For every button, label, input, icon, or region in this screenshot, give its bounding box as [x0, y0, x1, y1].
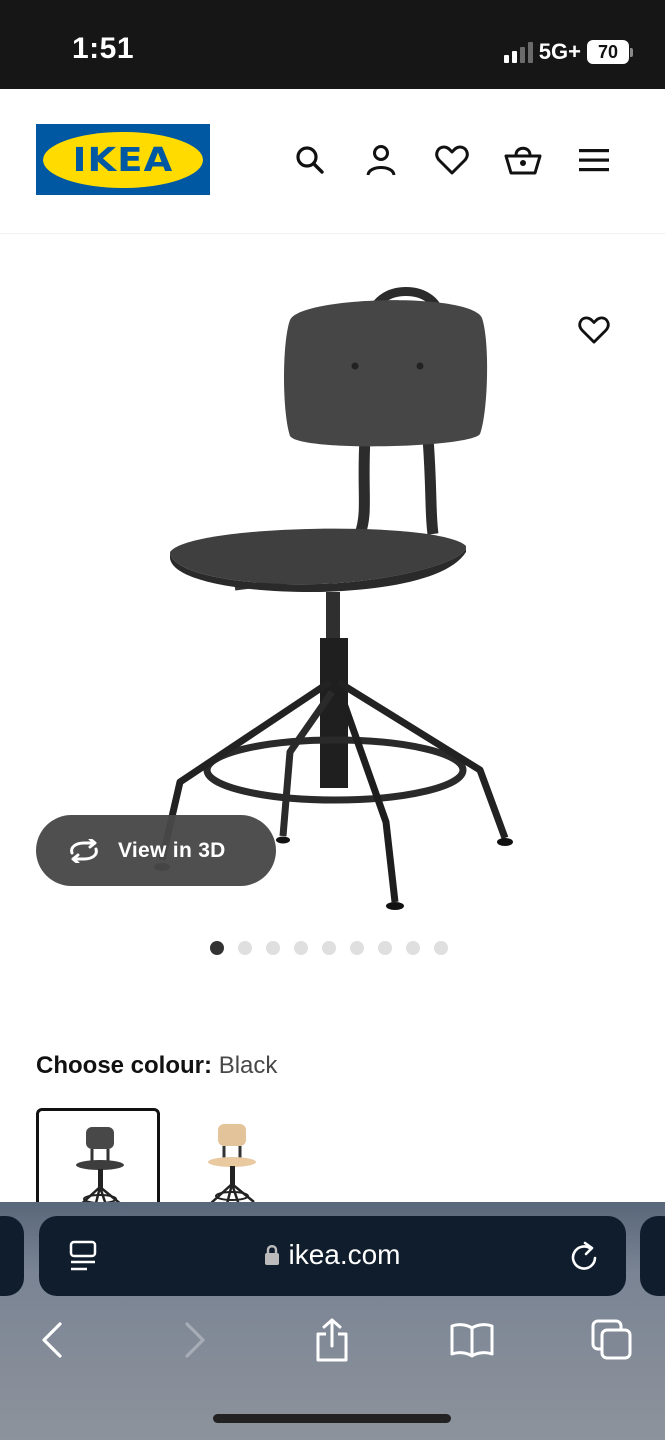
battery-level: 70: [587, 40, 629, 64]
search-icon[interactable]: [290, 140, 330, 180]
signal-icon: [503, 41, 533, 63]
gallery-dot[interactable]: [210, 941, 224, 955]
gallery-dot[interactable]: [238, 941, 252, 955]
gallery-dot[interactable]: [406, 941, 420, 955]
gallery-dot[interactable]: [322, 941, 336, 955]
previous-tab-peek[interactable]: [0, 1216, 24, 1296]
tabs-icon[interactable]: [590, 1318, 634, 1362]
selected-colour: Black: [218, 1052, 278, 1079]
gallery-pagination[interactable]: [210, 941, 448, 955]
ikea-logo[interactable]: IKEA: [36, 124, 210, 195]
network-type: 5G+: [538, 39, 581, 64]
status-time: 1:51: [72, 32, 135, 65]
status-bar: 1:51 5G+ 70: [0, 0, 665, 89]
url-display[interactable]: ikea.com: [39, 1239, 626, 1271]
gallery-dot[interactable]: [266, 941, 280, 955]
site-header: IKEA: [0, 89, 665, 234]
home-indicator: [213, 1414, 451, 1423]
screen: 1:51 5G+ 70 IKEA View in 3D Choose colou…: [0, 0, 665, 1440]
basket-icon[interactable]: [503, 140, 543, 180]
status-indicators: 5G+ 70: [503, 38, 633, 66]
view-in-3d-label: View in 3D: [118, 838, 226, 862]
add-to-favourites-heart-icon[interactable]: [572, 308, 616, 352]
gallery-dot[interactable]: [378, 941, 392, 955]
back-icon[interactable]: [30, 1318, 74, 1362]
battery-icon: 70: [587, 40, 633, 64]
menu-icon[interactable]: [574, 140, 614, 180]
bookmarks-book-icon[interactable]: [450, 1318, 494, 1362]
rotate-3d-icon: [70, 838, 98, 863]
lock-icon: [265, 1245, 280, 1265]
logo-text: IKEA: [72, 140, 174, 179]
product-gallery[interactable]: View in 3D: [0, 234, 665, 934]
browser-toolbar: ikea.com: [0, 1202, 665, 1440]
forward-icon[interactable]: [173, 1318, 217, 1362]
url-text: ikea.com: [288, 1239, 401, 1270]
share-icon[interactable]: [310, 1318, 354, 1362]
gallery-dot[interactable]: [350, 941, 364, 955]
gallery-dot[interactable]: [434, 941, 448, 955]
next-tab-peek[interactable]: [640, 1216, 665, 1296]
gallery-dot[interactable]: [294, 941, 308, 955]
view-in-3d-button[interactable]: View in 3D: [36, 815, 276, 886]
account-icon[interactable]: [361, 140, 401, 180]
choose-colour: Choose colour: Black: [36, 1052, 277, 1080]
favourites-heart-icon[interactable]: [432, 140, 472, 180]
address-bar[interactable]: ikea.com: [39, 1216, 626, 1296]
choose-colour-label: Choose colour:: [36, 1052, 213, 1079]
reload-icon[interactable]: [569, 1240, 599, 1277]
